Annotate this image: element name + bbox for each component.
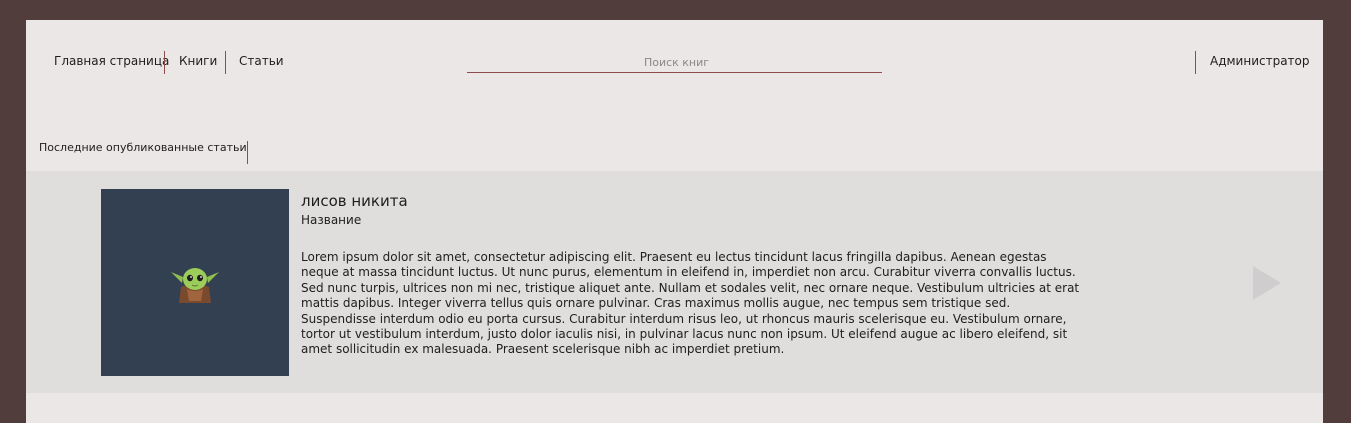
article-title[interactable]: Название bbox=[301, 213, 361, 227]
article-author[interactable]: лисов никита bbox=[301, 192, 408, 210]
search-box bbox=[467, 51, 886, 74]
search-input[interactable] bbox=[467, 51, 886, 74]
next-slide-icon[interactable] bbox=[1253, 266, 1281, 300]
nav-divider bbox=[164, 51, 165, 74]
section-divider bbox=[247, 141, 248, 164]
nav-divider bbox=[225, 51, 226, 74]
page: Главная страница Книги Статьи Администра… bbox=[26, 20, 1323, 423]
article-image[interactable] bbox=[101, 189, 289, 376]
nav-books-link[interactable]: Книги bbox=[179, 50, 217, 74]
nav-articles-link[interactable]: Статьи bbox=[239, 50, 284, 74]
article-excerpt: Lorem ipsum dolor sit amet, consectetur … bbox=[301, 250, 1080, 357]
baby-yoda-avatar-icon bbox=[171, 267, 219, 303]
nav-home-link[interactable]: Главная страница bbox=[54, 50, 169, 74]
admin-link[interactable]: Администратор bbox=[1210, 50, 1310, 74]
article-slider: лисов никита Название Lorem ipsum dolor … bbox=[26, 171, 1323, 393]
nav-divider bbox=[1195, 51, 1196, 74]
section-title: Последние опубликованные статьи bbox=[39, 141, 247, 154]
